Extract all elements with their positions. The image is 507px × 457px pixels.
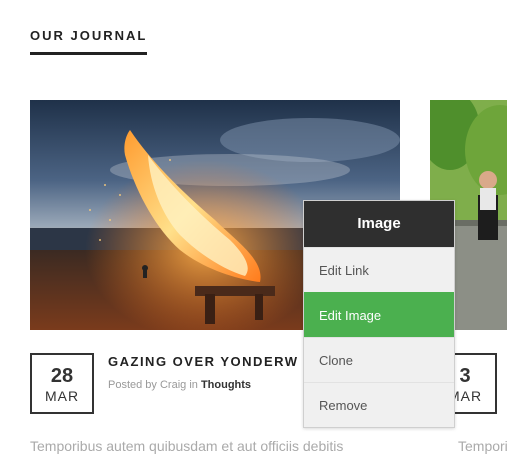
menu-item-clone[interactable]: Clone: [304, 337, 454, 382]
post-category-link[interactable]: Thoughts: [201, 379, 251, 391]
post-date-day: 28: [50, 365, 74, 387]
menu-item-edit-image[interactable]: Edit Image: [304, 292, 454, 337]
post-meta-prefix: Posted by Craig in: [108, 379, 201, 391]
menu-item-edit-link[interactable]: Edit Link: [304, 247, 454, 292]
post-date-month: MAR: [44, 388, 80, 404]
context-menu-title: Image: [304, 201, 454, 247]
section-title: OUR JOURNAL: [30, 28, 148, 55]
post-meta: Posted by Craig in Thoughts: [108, 379, 251, 391]
post-date-badge: 28 MAR: [30, 353, 94, 414]
post-excerpt-2: Temporibus: [458, 438, 507, 454]
post-excerpt: Temporibus autem quibusdam et aut offici…: [30, 438, 344, 454]
image-context-menu: Image Edit Link Edit Image Clone Remove: [303, 200, 455, 428]
post-title[interactable]: GAZING OVER YONDERW: [108, 354, 299, 369]
menu-item-remove[interactable]: Remove: [304, 382, 454, 427]
